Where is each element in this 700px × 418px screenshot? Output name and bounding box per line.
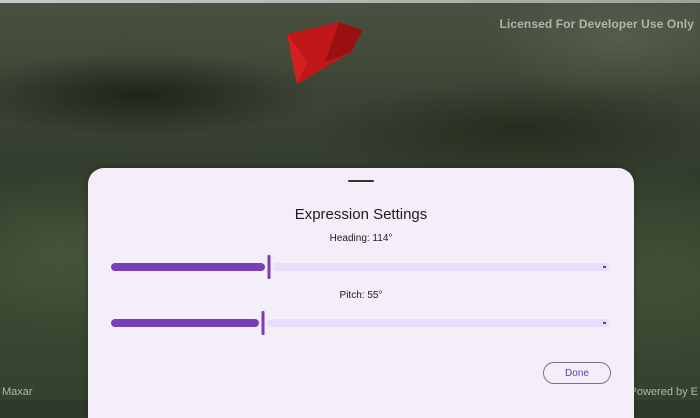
license-watermark: Licensed For Developer Use Only [499,17,694,31]
heading-slider-thumb[interactable] [267,255,271,279]
heading-slider-inactive-track [273,263,609,271]
pitch-slider-active-track [111,319,259,327]
red-cone-graphic [287,22,363,84]
pitch-slider-inactive-track [267,319,609,327]
expression-settings-sheet: Expression Settings Heading: 114° Pitch:… [88,168,634,418]
sheet-title: Expression Settings [294,206,428,223]
imagery-attribution: Maxar [2,386,33,398]
heading-slider-active-track [111,263,265,271]
pitch-label: Pitch: 55° [339,290,383,301]
powered-by-attribution: Powered by E [629,386,698,398]
pitch-slider-thumb[interactable] [261,311,265,335]
pitch-slider-end-stop [603,322,606,324]
heading-label: Heading: 114° [329,233,393,244]
pitch-slider[interactable] [111,311,609,335]
heading-slider[interactable] [111,255,609,279]
heading-slider-end-stop [603,266,606,268]
map-top-edge [0,0,700,3]
drag-handle[interactable] [348,180,374,182]
done-button[interactable]: Done [543,362,611,384]
